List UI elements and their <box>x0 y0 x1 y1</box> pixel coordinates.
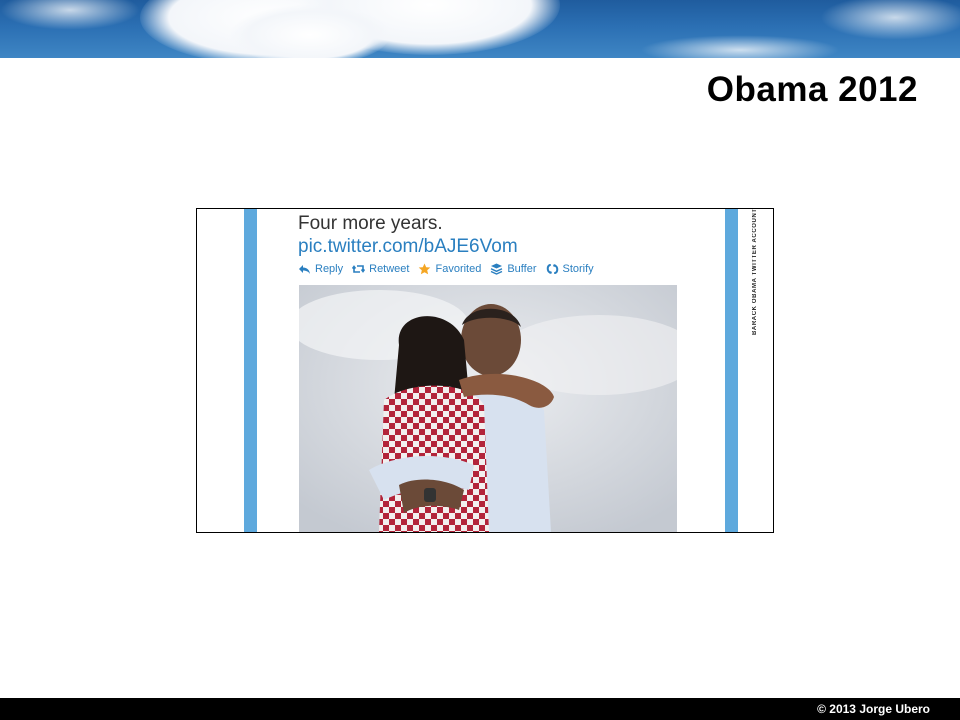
tweet-photo[interactable] <box>299 285 677 532</box>
embrace-photo-illustration <box>299 285 677 532</box>
star-icon <box>419 263 431 275</box>
favorited-label: Favorited <box>435 263 482 275</box>
left-blue-bar <box>244 209 257 532</box>
retweet-action[interactable]: Retweet <box>352 263 409 275</box>
retweet-label: Retweet <box>369 263 410 275</box>
storify-action[interactable]: Storify <box>546 263 594 275</box>
reply-label: Reply <box>315 263 344 275</box>
buffer-action[interactable]: Buffer <box>490 263 537 275</box>
tweet-card: Four more years. pic.twitter.com/bAJE6Vo… <box>196 208 774 533</box>
reply-icon <box>299 265 310 274</box>
footer-bar: © 2013 Jorge Ubero <box>0 698 960 720</box>
favorited-action[interactable]: Favorited <box>418 263 481 275</box>
reply-action[interactable]: Reply <box>298 263 343 275</box>
retweet-icon <box>352 265 366 273</box>
photo-credit: BARACK OBAMA TWITTER ACCOUNT <box>752 208 758 335</box>
tweet-text: Four more years. <box>298 213 443 234</box>
storify-icon <box>546 264 558 274</box>
sky-banner <box>0 0 960 58</box>
storify-label: Storify <box>562 263 594 275</box>
tweet-actions: Reply Retweet Favorited Buffer Storify <box>298 261 603 277</box>
tweet-link[interactable]: pic.twitter.com/bAJE6Vom <box>298 236 518 258</box>
slide-title: Obama 2012 <box>706 70 918 109</box>
copyright-text: © 2013 Jorge Ubero <box>817 702 930 716</box>
buffer-icon <box>491 263 503 275</box>
right-blue-bar <box>725 209 738 532</box>
buffer-label: Buffer <box>507 263 537 275</box>
